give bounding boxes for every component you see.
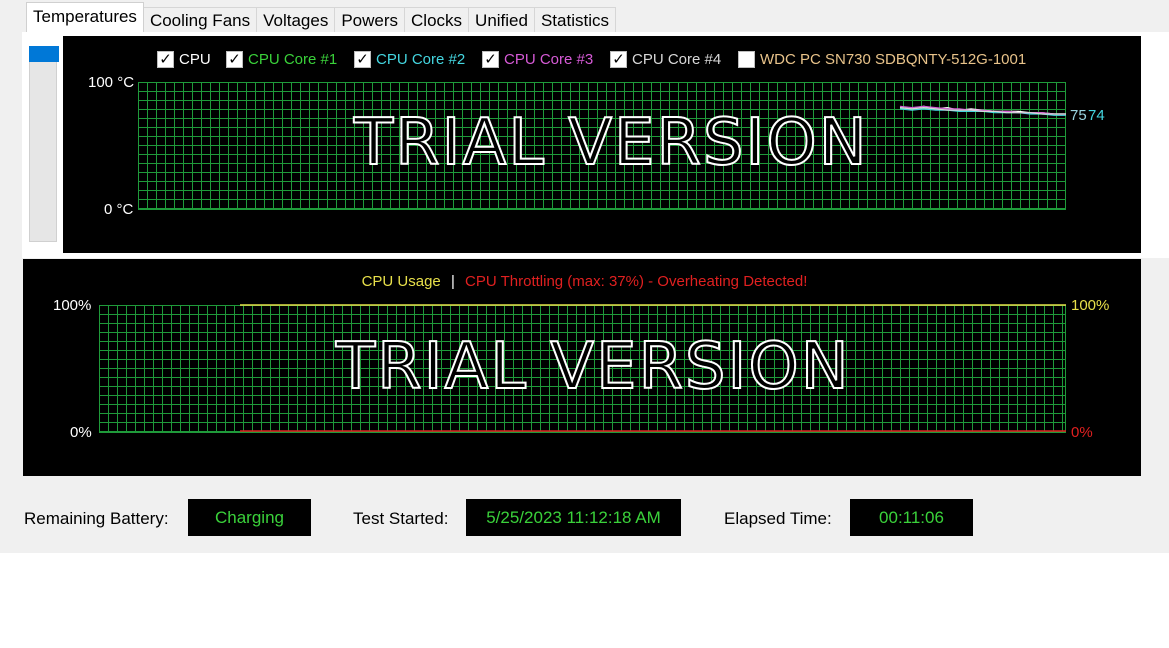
usage-lines [240, 304, 1066, 432]
tab-temperatures[interactable]: Temperatures [26, 2, 144, 32]
trial-watermark: TRIAL VERSION [335, 329, 851, 405]
elapsed-time-label: Elapsed Time: [724, 509, 832, 528]
battery-label: Remaining Battery: [24, 509, 169, 528]
battery-value: Charging [188, 499, 311, 536]
elapsed-time-value: 00:11:06 [850, 499, 973, 536]
test-started-label: Test Started: [353, 509, 449, 528]
app-window: Temperatures Cooling Fans Voltages Power… [0, 0, 1169, 553]
test-started-value: 5/25/2023 11:12:18 AM [466, 499, 681, 536]
